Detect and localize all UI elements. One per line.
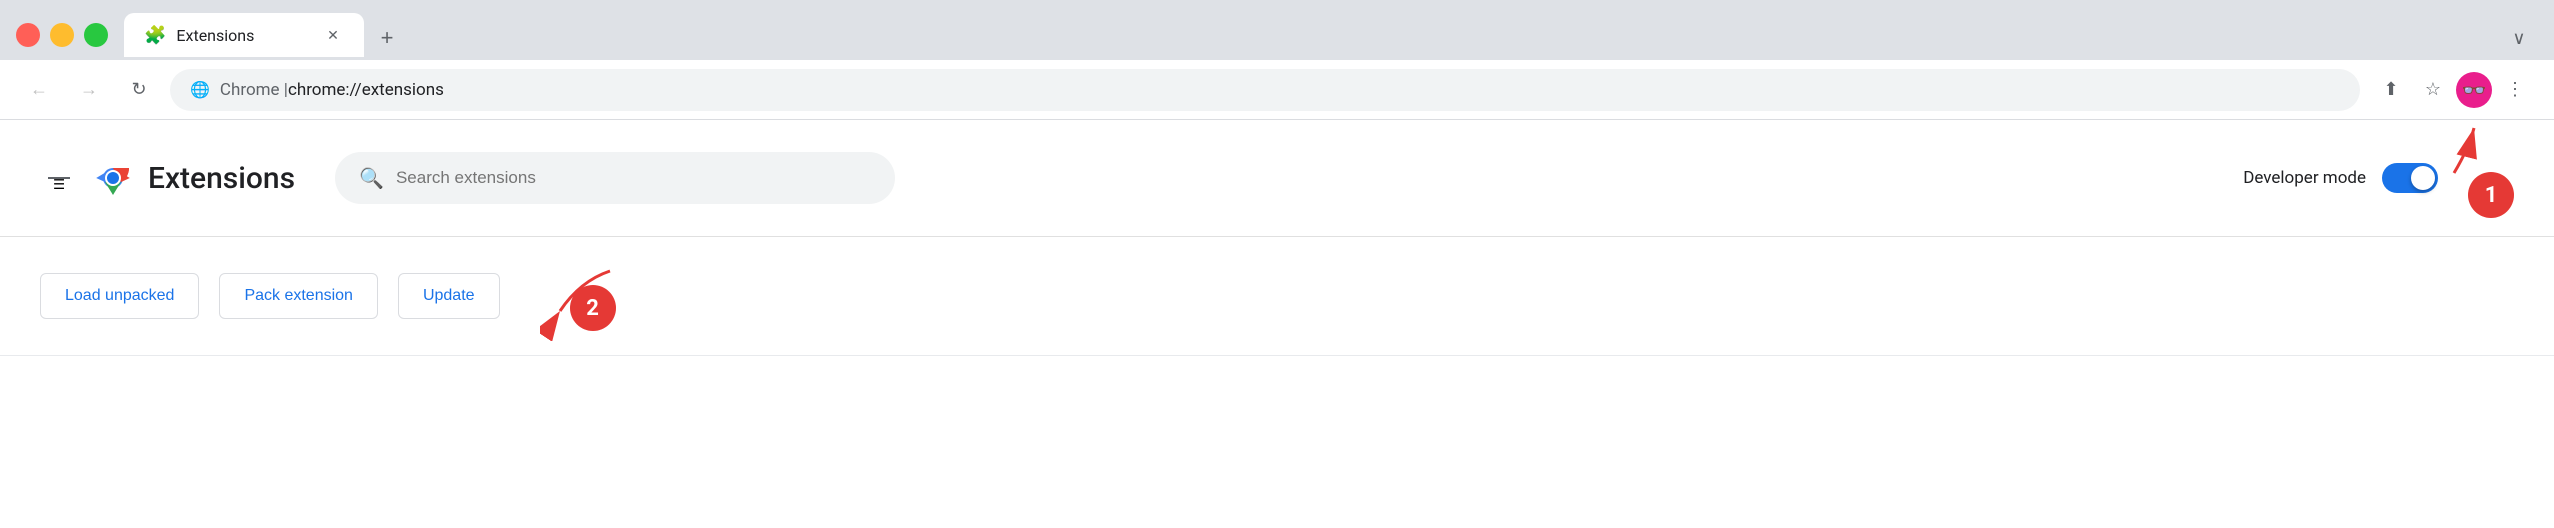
tab-title: Extensions [176,26,254,45]
new-tab-icon: + [381,25,394,51]
page-title: Extensions [148,161,295,196]
share-button[interactable]: ⬆ [2372,71,2410,109]
extensions-header: ☰ [0,120,2554,237]
title-bar: 🧩 Extensions ✕ + ∨ [0,0,2554,60]
forward-icon: → [80,79,98,100]
profile-avatar[interactable]: 👓 [2456,72,2492,108]
site-favicon: 🌐 [190,80,210,99]
bookmark-button[interactable]: ☆ [2414,71,2452,109]
window-controls [16,23,108,47]
annotation-badge-1: 1 [2468,172,2514,218]
browser-window: 🧩 Extensions ✕ + ∨ ← → ↻ 🌐 Chrome | chro [0,0,2554,528]
annotation-arrow-1 [2424,118,2484,178]
load-unpacked-button[interactable]: Load unpacked [40,273,199,319]
developer-mode-area: Developer mode 1 [2243,148,2514,208]
action-buttons-row: Load unpacked Pack extension Update 2 [0,237,2554,356]
update-button[interactable]: Update [398,273,500,319]
minimize-button[interactable] [50,23,74,47]
search-icon: 🔍 [359,166,384,190]
annotation-badge-2: 2 [570,285,616,331]
chevron-down-icon: ∨ [2512,28,2525,49]
address-bar-row: ← → ↻ 🌐 Chrome | chrome://extensions ⬆ ☆… [0,60,2554,120]
developer-mode-label: Developer mode [2243,168,2366,188]
url-domain: Chrome | [220,80,288,100]
menu-button[interactable]: ⋮ [2496,71,2534,109]
back-icon: ← [30,79,48,100]
share-icon: ⬆ [2383,79,2398,100]
more-icon: ⋮ [2506,79,2524,100]
address-bar[interactable]: 🌐 Chrome | chrome://extensions [170,69,2360,111]
toolbar-actions: ⬆ ☆ 👓 ⋮ [2372,71,2534,109]
tab-close-button[interactable]: ✕ [322,24,344,46]
maximize-button[interactable] [84,23,108,47]
url-text: Chrome | chrome://extensions [220,80,444,100]
search-box[interactable]: 🔍 [335,152,895,204]
reload-button[interactable]: ↻ [120,71,158,109]
extensions-tab[interactable]: 🧩 Extensions ✕ [124,13,364,57]
tab-expand-button[interactable]: ∨ [2500,19,2538,57]
hamburger-menu-button[interactable]: ☰ [40,169,78,187]
url-path: chrome://extensions [288,80,444,100]
hamburger-icon: ☰ [48,177,70,179]
search-input[interactable] [396,168,871,188]
pack-extension-button[interactable]: Pack extension [219,273,378,319]
profile-icon: 👓 [2462,78,2487,102]
reload-icon: ↻ [131,79,146,100]
tabs-area: 🧩 Extensions ✕ + ∨ [124,13,2538,57]
back-button[interactable]: ← [20,71,58,109]
close-button[interactable] [16,23,40,47]
forward-button[interactable]: → [70,71,108,109]
tab-puzzle-icon: 🧩 [144,25,166,46]
chrome-logo [94,159,132,197]
page-body: ☰ [0,120,2554,528]
star-icon: ☆ [2425,79,2441,100]
new-tab-button[interactable]: + [368,19,406,57]
